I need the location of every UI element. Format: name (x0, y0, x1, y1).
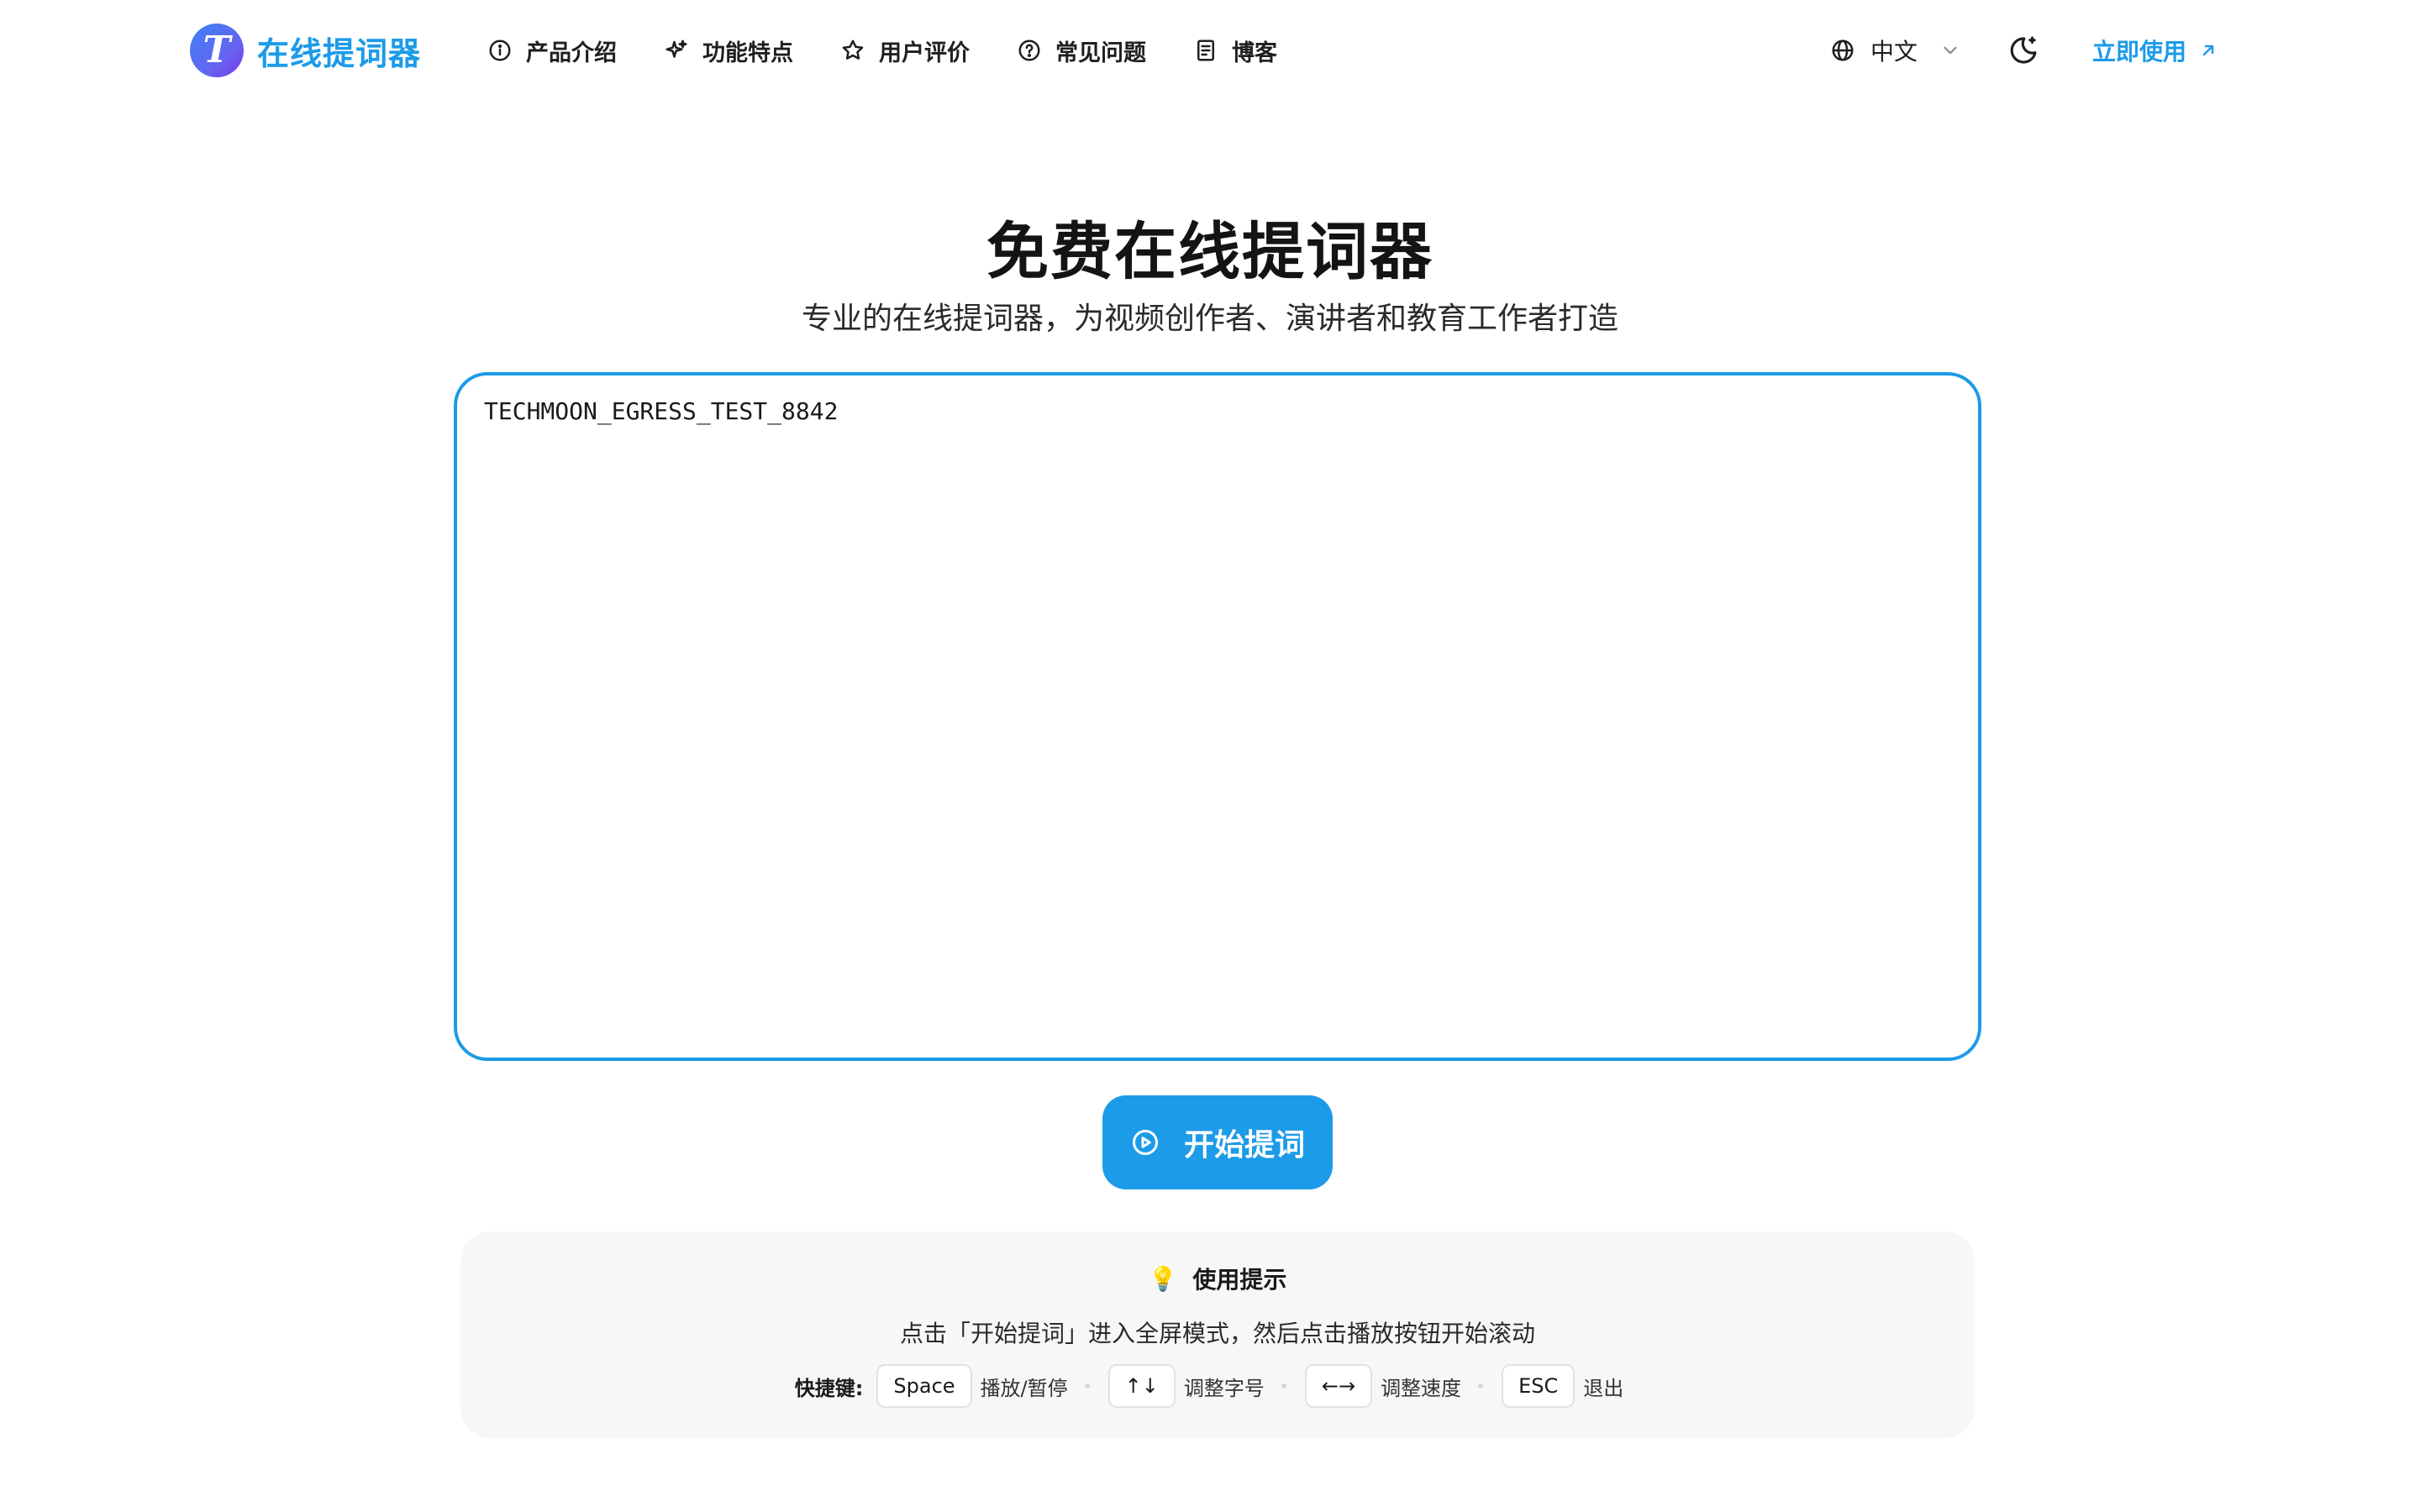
main-nav: 产品介绍 功能特点 用户评价 常见问题 博客 (487, 30, 1324, 71)
logo[interactable]: T 在线提词器 (190, 24, 421, 77)
shortcuts-label: 快捷键: (794, 1376, 864, 1400)
nav-item-features[interactable]: 功能特点 (664, 30, 793, 71)
shortcut-action: 播放/暂停 (980, 1376, 1068, 1400)
nav-item-blog[interactable]: 博客 (1193, 30, 1277, 71)
use-now-label: 立即使用 (2092, 38, 2187, 66)
nav-label: 博客 (1232, 39, 1277, 66)
shortcut-action: 调整字号 (1183, 1376, 1265, 1400)
logo-text: 在线提词器 (257, 34, 422, 72)
logo-mark-icon: T (190, 24, 244, 77)
shortcut-key: Space (876, 1364, 972, 1408)
shortcuts-row: 快捷键: Space 播放/暂停 ↑↓ 调整字号 ←→ 调整速度 ESC 退出 (460, 1364, 1975, 1408)
nav-item-reviews[interactable]: 用户评价 (840, 30, 970, 71)
lightbulb-icon: 💡 (1148, 1264, 1178, 1293)
shortcut-key: ↑↓ (1107, 1364, 1176, 1408)
nav-label: 功能特点 (702, 39, 793, 66)
use-now-link[interactable]: 立即使用 (2092, 30, 2218, 71)
document-icon (1197, 39, 1214, 61)
help-circle-icon (1018, 39, 1040, 61)
sparkles-icon (666, 39, 687, 58)
shortcut-action: 退出 (1583, 1376, 1624, 1400)
start-teleprompter-button[interactable]: 开始提词 (1102, 1095, 1333, 1189)
nav-item-faq[interactable]: 常见问题 (1017, 30, 1146, 71)
nav-label: 常见问题 (1055, 39, 1146, 66)
theme-toggle-button[interactable] (2003, 30, 2044, 71)
shortcut-action: 调整速度 (1381, 1376, 1462, 1400)
shortcut-key: ←→ (1304, 1364, 1373, 1408)
language-selector[interactable]: 中文 (1830, 30, 1961, 71)
chevron-down-icon (1944, 46, 1957, 55)
nav-item-product[interactable]: 产品介绍 (487, 30, 617, 71)
separator-dot (1281, 1383, 1286, 1389)
nav-label: 用户评价 (879, 39, 970, 66)
globe-icon (1832, 39, 1854, 61)
script-textarea[interactable]: TECHMOON_EGRESS_TEST_8842 (454, 372, 1981, 1061)
start-button-label: 开始提词 (1183, 1127, 1305, 1162)
info-icon (489, 39, 511, 61)
site-header: T 在线提词器 产品介绍 功能特点 用户评价 常见问题 博客 中文 立即使用 (0, 0, 2420, 101)
usage-tips-panel: 💡 使用提示 点击「开始提词」进入全屏模式，然后点击播放按钮开始滚动 快捷键: … (460, 1231, 1975, 1438)
star-icon (842, 39, 864, 60)
separator-dot (1084, 1383, 1090, 1389)
tips-description: 点击「开始提词」进入全屏模式，然后点击播放按钮开始滚动 (899, 1320, 1535, 1347)
page-title: 免费在线提词器 (986, 216, 1434, 288)
tips-heading: 💡 使用提示 (460, 1262, 1975, 1295)
language-label: 中文 (1870, 38, 1918, 66)
moon-icon (2010, 36, 2037, 64)
play-circle-icon (1132, 1130, 1158, 1155)
separator-dot (1478, 1383, 1484, 1389)
tips-title: 使用提示 (1192, 1266, 1287, 1294)
shortcut-key: ESC (1502, 1364, 1576, 1408)
nav-label: 产品介绍 (526, 39, 617, 66)
page-subtitle: 专业的在线提词器，为视频创作者、演讲者和教育工作者打造 (801, 302, 1618, 336)
arrow-up-right-icon (2202, 45, 2214, 56)
